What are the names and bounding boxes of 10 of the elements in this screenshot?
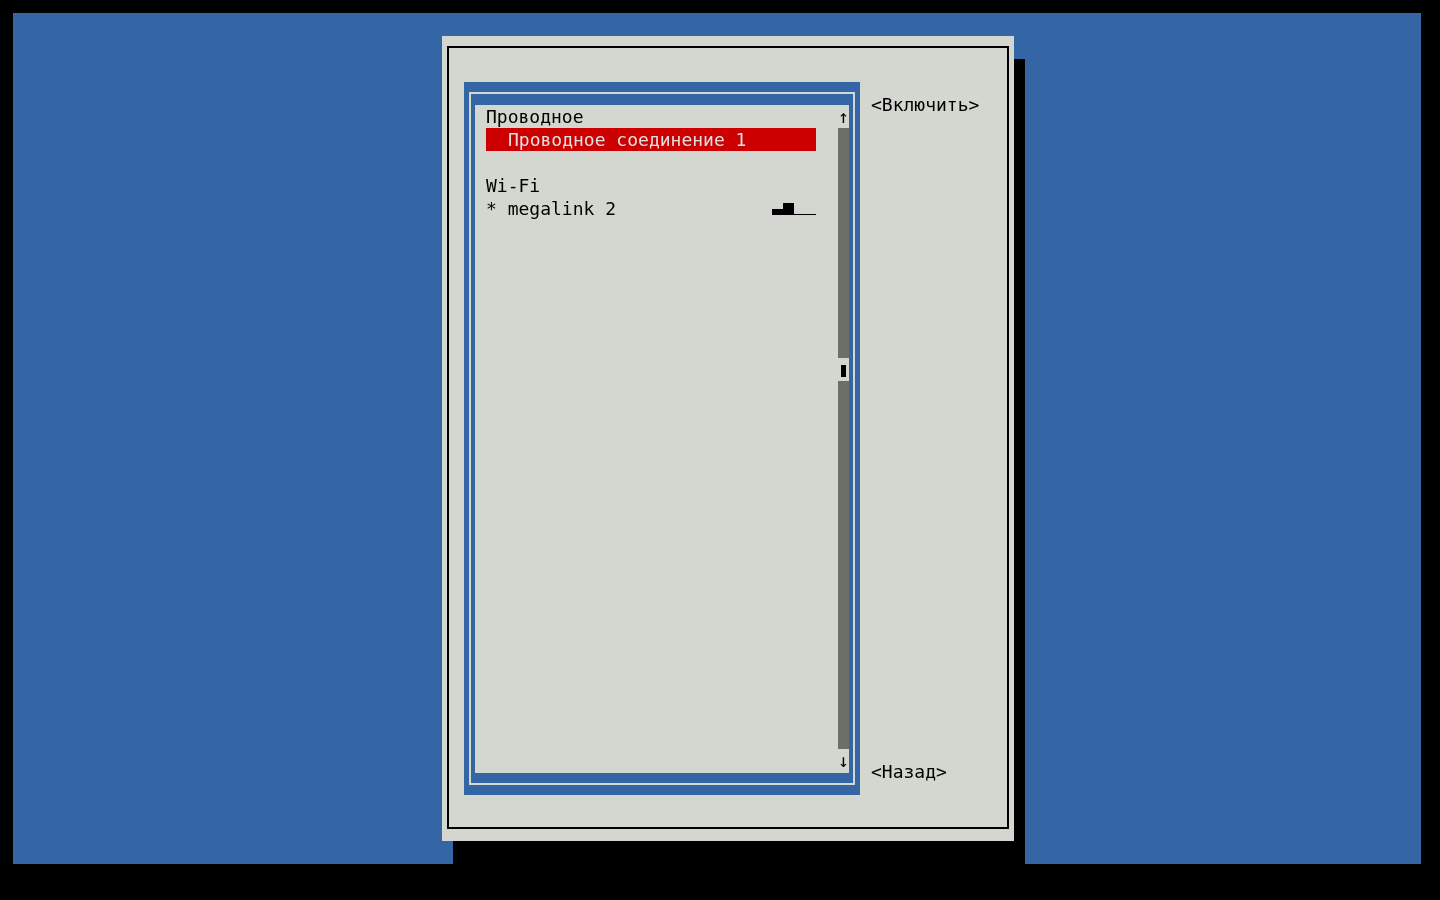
connection-item[interactable]: * megalink 2: [486, 197, 617, 220]
scroll-down-arrow[interactable]: ↓: [838, 749, 849, 772]
section-header: Проводное: [486, 105, 584, 128]
connection-item[interactable]: Проводное соединение 1: [486, 128, 816, 151]
signal-icon: [772, 202, 816, 215]
section-header: Wi-Fi: [486, 174, 541, 197]
scrollbar[interactable]: [838, 128, 849, 749]
scroll-up-arrow[interactable]: ↑: [838, 105, 849, 128]
dialog-button[interactable]: <Включить>: [871, 93, 980, 116]
dialog-button[interactable]: <Назад>: [871, 760, 980, 783]
